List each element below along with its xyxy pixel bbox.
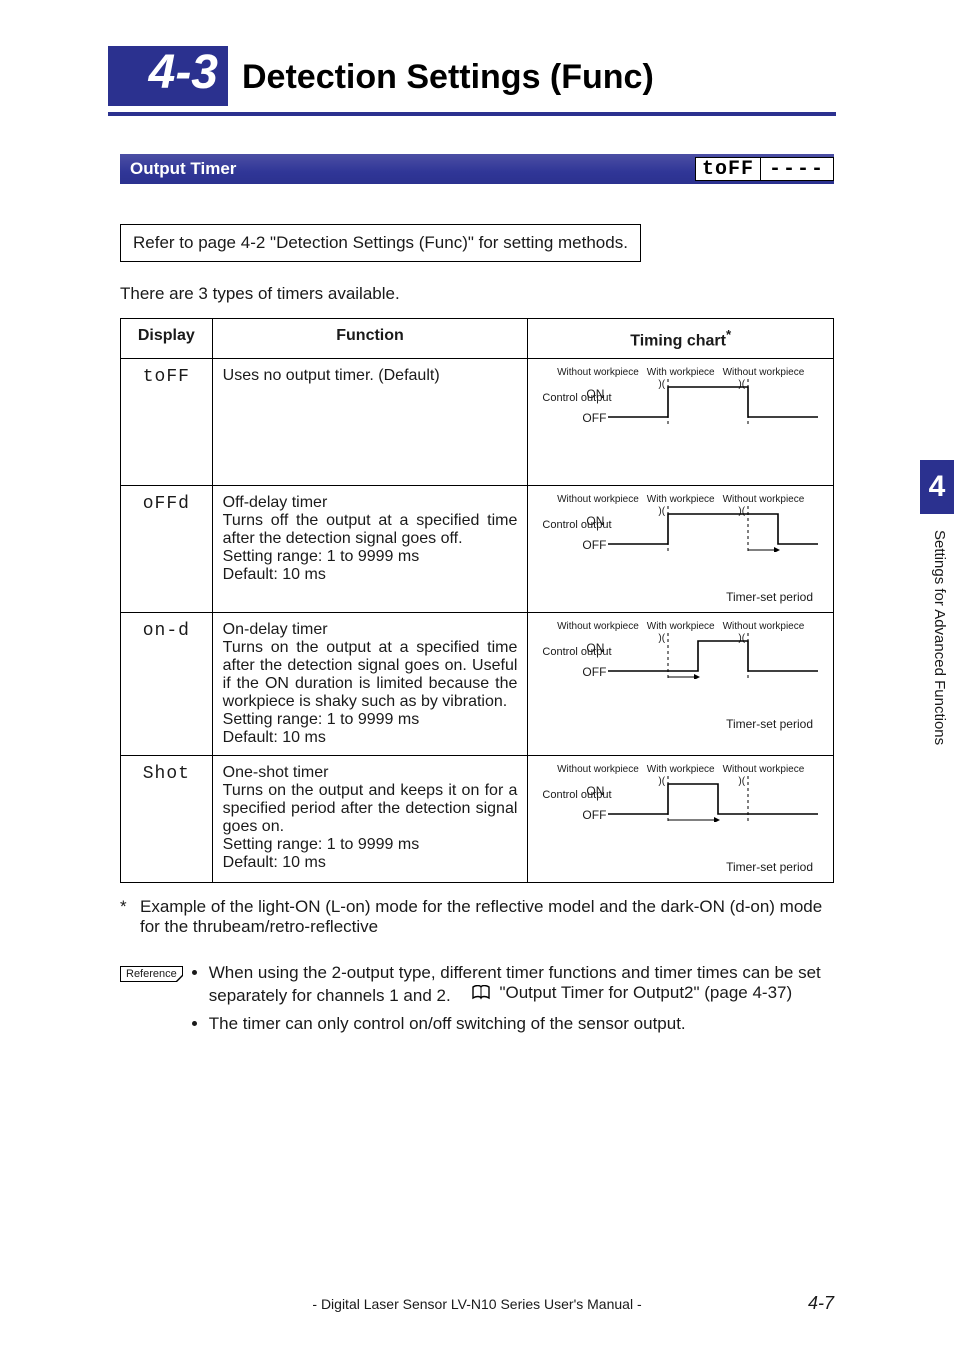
table-row: on-dOn-delay timerTurns on the output at… bbox=[121, 613, 834, 756]
reference-item: When using the 2-output type, different … bbox=[209, 963, 834, 1006]
side-chapter-tab: 4 bbox=[920, 460, 954, 514]
col-timing-header: Timing chart* bbox=[528, 319, 834, 359]
timing-chart-cell: Without workpieceWith workpieceWithout w… bbox=[528, 756, 834, 883]
footnote-marker: * bbox=[120, 897, 140, 937]
timing-chart-cell: Without workpieceWith workpieceWithout w… bbox=[528, 613, 834, 756]
chapter-number-badge: 4-3 bbox=[108, 46, 228, 106]
function-cell: On-delay timerTurns on the output at a s… bbox=[212, 613, 528, 756]
table-row: oFFdOff-delay timerTurns off the output … bbox=[121, 486, 834, 613]
timer-types-table: Display Function Timing chart* toFFUses … bbox=[120, 318, 834, 883]
segment-display-value: ---- bbox=[761, 157, 834, 181]
function-cell: One-shot timerTurns on the output and ke… bbox=[212, 756, 528, 883]
table-footnote: * Example of the light-ON (L-on) mode fo… bbox=[120, 897, 834, 937]
display-cell: oFFd bbox=[121, 486, 213, 613]
display-cell: Shot bbox=[121, 756, 213, 883]
section-heading-bar: Output Timer toFF ---- bbox=[120, 154, 834, 184]
section-lede: There are 3 types of timers available. bbox=[120, 284, 834, 304]
reference-list: When using the 2-output type, different … bbox=[193, 963, 834, 1042]
section-title: Output Timer bbox=[130, 159, 236, 179]
book-icon bbox=[471, 985, 491, 1001]
display-cell: toFF bbox=[121, 359, 213, 486]
page-number: 4-7 bbox=[808, 1293, 834, 1314]
reference-item: The timer can only control on/off switch… bbox=[209, 1014, 834, 1034]
table-row: toFFUses no output timer. (Default) With… bbox=[121, 359, 834, 486]
side-chapter-caption: Settings for Advanced Functions bbox=[931, 530, 948, 745]
footnote-text: Example of the light-ON (L-on) mode for … bbox=[140, 897, 834, 937]
timing-waveform bbox=[608, 633, 818, 679]
display-cell: on-d bbox=[121, 613, 213, 756]
function-cell: Uses no output timer. (Default) bbox=[212, 359, 528, 486]
timing-waveform bbox=[608, 506, 818, 552]
timing-waveform bbox=[608, 776, 818, 822]
timing-chart-cell: Without workpieceWith workpieceWithout w… bbox=[528, 359, 834, 486]
col-function-header: Function bbox=[212, 319, 528, 359]
setting-method-reference-box: Refer to page 4-2 "Detection Settings (F… bbox=[120, 224, 641, 262]
function-cell: Off-delay timerTurns off the output at a… bbox=[212, 486, 528, 613]
reference-badge: Reference bbox=[120, 966, 183, 982]
timing-waveform bbox=[608, 379, 818, 425]
section-code-display: toFF ---- bbox=[695, 154, 834, 184]
col-display-header: Display bbox=[121, 319, 213, 359]
segment-display-key: toFF bbox=[695, 157, 761, 181]
timing-chart-cell: Without workpieceWith workpieceWithout w… bbox=[528, 486, 834, 613]
reference-book-text: "Output Timer for Output2" (page 4-37) bbox=[499, 983, 792, 1003]
table-row: ShotOne-shot timerTurns on the output an… bbox=[121, 756, 834, 883]
